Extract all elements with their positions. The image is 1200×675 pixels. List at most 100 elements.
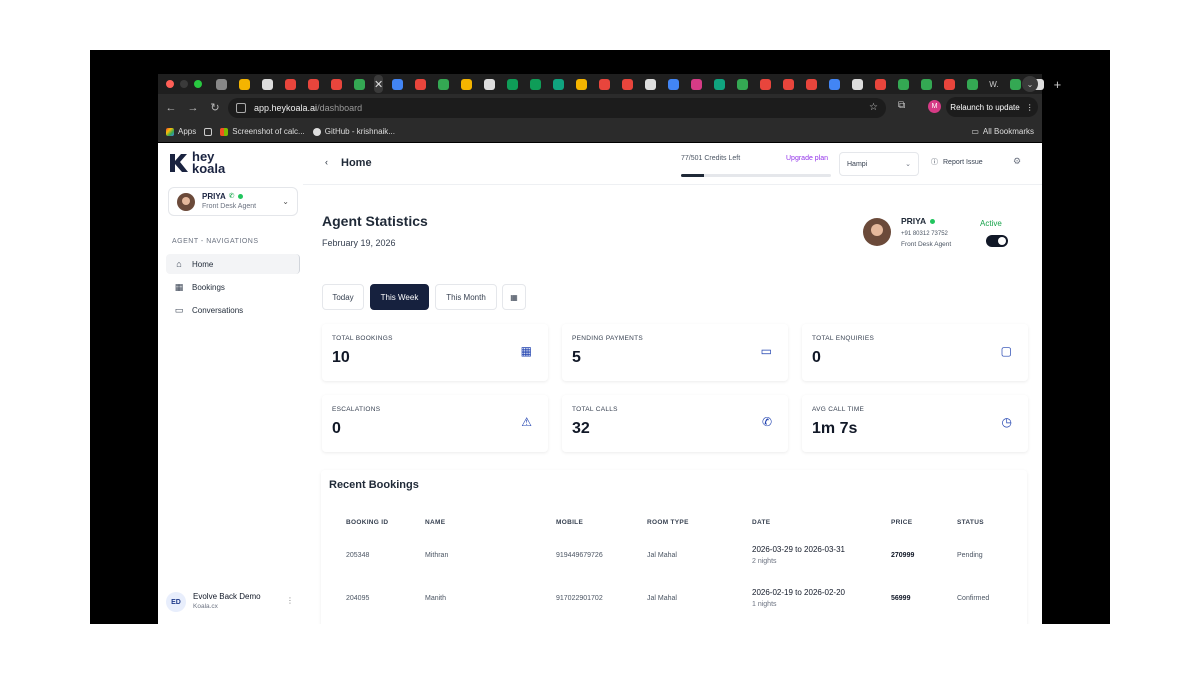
tab-icon[interactable] (415, 78, 427, 90)
gmail-tab-icon[interactable] (285, 78, 296, 90)
sheets-tab-icon[interactable] (530, 78, 542, 90)
agent-active-toggle[interactable] (986, 235, 1008, 247)
warning-icon: ⚠ (521, 415, 532, 429)
back-chevron-icon[interactable]: ‹ (325, 157, 328, 167)
bookmark-grid[interactable] (204, 127, 213, 136)
filter-this-week[interactable]: This Week (370, 284, 429, 310)
phone-icon: ✆ (761, 415, 772, 429)
tab-icon[interactable] (553, 78, 565, 90)
stat-value: 1m 7s (812, 420, 858, 437)
nav-heading: AGENT - NAVIGATIONS (172, 238, 259, 245)
upgrade-plan-link[interactable]: Upgrade plan (786, 155, 828, 162)
stat-card-total-bookings: TOTAL BOOKINGS 10 ▦ (322, 324, 548, 381)
tab-icon[interactable] (239, 78, 250, 90)
tab-icon[interactable] (760, 78, 772, 90)
github-tab-icon[interactable] (262, 78, 273, 90)
tab-icon[interactable] (668, 78, 680, 90)
cell-name: Manith (425, 595, 447, 602)
tab-icon[interactable] (921, 78, 933, 90)
all-bookmarks[interactable]: ▭ All Bookmarks (971, 127, 1034, 136)
date-picker-button[interactable]: ▦ (502, 284, 526, 310)
tab-icon[interactable] (216, 78, 227, 90)
sidebar-item-home[interactable]: ⌂ Home (166, 254, 300, 274)
address-bar[interactable]: app.heykoala.ai/dashboard ☆ (228, 98, 886, 118)
org-switcher[interactable]: ED Evolve Back Demo Koala.cx ⋮ (166, 590, 298, 614)
bookmark-star-icon[interactable]: ☆ (869, 102, 878, 113)
close-window-button[interactable] (166, 80, 174, 88)
tab-icon[interactable] (308, 78, 319, 90)
tab-icon[interactable] (691, 78, 703, 90)
tab-icon[interactable] (354, 78, 365, 90)
tab-strip: ✕ W. + ⌄ (158, 74, 1061, 94)
report-issue-button[interactable]: ⓘ Report Issue (931, 157, 983, 167)
credits-progress-fill (681, 174, 704, 177)
credit-card-icon: ▭ (760, 344, 772, 358)
tab-icon[interactable] (875, 78, 887, 90)
bookmark-github[interactable]: GitHub - krishnaik... (312, 127, 395, 136)
help-circle-icon: ⓘ (931, 159, 938, 166)
microsoft-tab-icon[interactable] (829, 78, 841, 90)
extensions-puzzle-icon[interactable]: ⧉ (898, 100, 905, 111)
tab-icon[interactable] (438, 78, 450, 90)
bookmark-label: Screenshot of calc... (232, 127, 305, 136)
logo[interactable]: hey koala (168, 150, 232, 175)
recent-bookings-panel: Recent Bookings BOOKING ID NAME MOBILE R… (321, 470, 1027, 624)
tab-icon[interactable] (944, 78, 956, 90)
tab-icon[interactable] (1009, 78, 1021, 90)
tab-icon[interactable] (622, 78, 634, 90)
stat-label: TOTAL BOOKINGS (332, 335, 393, 342)
forward-arrow-icon[interactable]: → (182, 102, 204, 114)
agent-selector[interactable]: PRIYA ✆ Front Desk Agent ⌄ (168, 187, 298, 216)
gear-icon[interactable]: ⚙ (1013, 156, 1021, 167)
sheets-tab-icon[interactable] (507, 78, 519, 90)
sidebar-item-bookings[interactable]: ▦ Bookings (166, 277, 300, 297)
active-tab-close-icon[interactable]: ✕ (374, 75, 384, 93)
github-tab-icon[interactable] (484, 78, 496, 90)
tab-icon[interactable] (783, 78, 795, 90)
maximize-window-button[interactable] (194, 80, 202, 88)
stat-value: 0 (812, 349, 821, 366)
tab-icon[interactable] (967, 78, 979, 90)
cell-mobile: 917022901702 (556, 595, 603, 602)
cell-room-type: Jal Mahal (647, 595, 677, 602)
filter-this-month[interactable]: This Month (435, 284, 497, 310)
bookmark-apps[interactable]: Apps (166, 127, 196, 136)
relaunch-label: Relaunch to update (950, 102, 1020, 112)
vscode-tab-icon[interactable] (392, 78, 404, 90)
bookmark-screenshot[interactable]: Screenshot of calc... (220, 127, 305, 136)
cell-nights: 2 nights (752, 558, 777, 565)
stats-date: February 19, 2026 (322, 238, 396, 248)
cell-price: 270999 (891, 552, 915, 559)
profile-avatar[interactable]: M (928, 100, 941, 113)
minimize-window-button[interactable] (180, 80, 188, 88)
tab-search-chevron-icon[interactable]: ⌄ (1022, 76, 1038, 92)
tab-icon[interactable] (599, 78, 611, 90)
sidebar-item-conversations[interactable]: ▭ Conversations (166, 300, 300, 320)
tab-icon[interactable] (806, 78, 818, 90)
tab-icon[interactable] (852, 78, 864, 90)
bookmark-label: Apps (178, 127, 197, 136)
tab-icon[interactable] (645, 78, 657, 90)
location-select[interactable]: Hampi ⌄ (839, 152, 919, 176)
back-arrow-icon[interactable]: ← (160, 102, 182, 114)
cell-booking-id: 205348 (346, 552, 370, 559)
reload-icon[interactable]: ↻ (204, 101, 226, 114)
tab-icon[interactable] (898, 78, 910, 90)
more-vertical-icon[interactable]: ⋮ (286, 596, 294, 605)
new-tab-button[interactable]: + (1054, 77, 1062, 92)
stat-card-total-calls: TOTAL CALLS 32 ✆ (562, 395, 788, 452)
tab-title[interactable]: W. (989, 80, 998, 89)
tab-icon[interactable] (576, 78, 588, 90)
filter-today[interactable]: Today (322, 284, 364, 310)
stat-label: PENDING PAYMENTS (572, 335, 644, 342)
credits-remaining: 77/501 Credits Left (681, 155, 741, 162)
relaunch-button[interactable]: Relaunch to update ⋮ (946, 97, 1038, 117)
tab-icon[interactable] (714, 78, 726, 90)
cell-booking-id: 204095 (346, 595, 370, 602)
tab-icon[interactable] (737, 78, 749, 90)
tab-icon[interactable] (331, 78, 342, 90)
site-info-icon[interactable] (236, 103, 246, 113)
sidebar: hey koala PRIYA ✆ Front Desk Agent ⌄ AGE… (158, 143, 303, 624)
column-header-name: NAME (425, 519, 446, 526)
tab-icon[interactable] (461, 78, 473, 90)
